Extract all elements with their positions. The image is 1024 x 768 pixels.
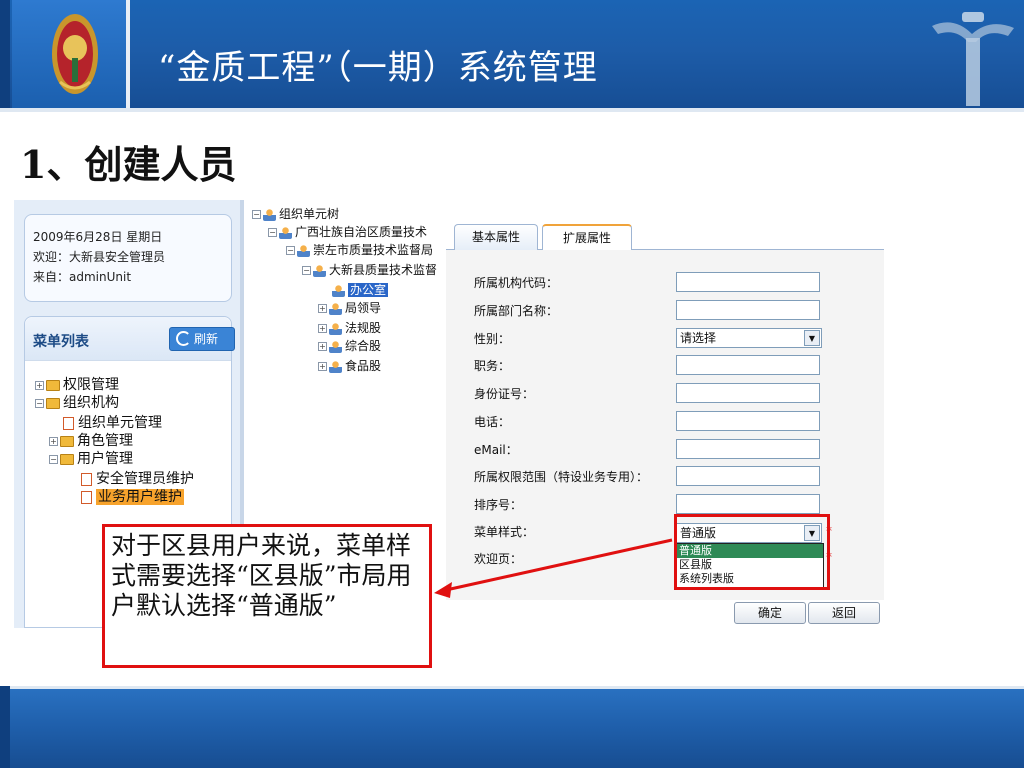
slide: “金质工程”（一期）系统管理 1、创建人员 2009年6月28日 星期日 欢迎：… [0, 0, 1024, 768]
callout-note: 对于区县用户来说，菜单样式需要选择“区县版”市局用户默认选择“普通版” [102, 524, 432, 668]
footer-left-strip [0, 686, 10, 768]
footer-divider [0, 686, 1024, 689]
footer-banner [0, 686, 1024, 768]
